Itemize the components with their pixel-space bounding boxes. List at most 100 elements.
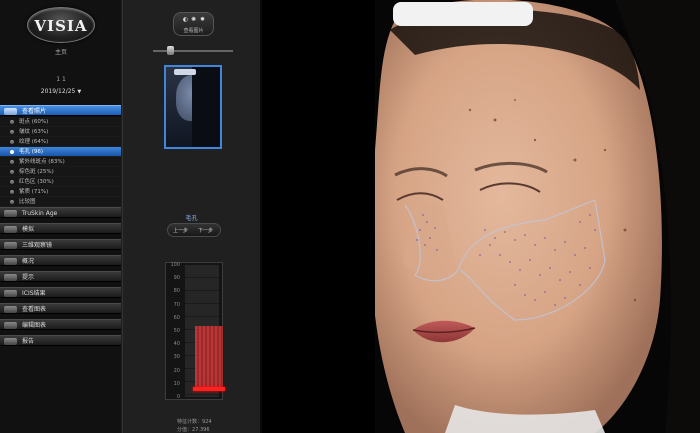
meter-background [185,265,225,397]
bullet-icon [10,170,14,174]
section-label: 查看图表 [22,306,47,313]
list-item-brown-spots[interactable]: 棕色斑 (25%) [0,167,121,177]
date-value: 2019/12/25 [40,88,76,95]
section-overview[interactable]: 概况 [0,255,121,266]
list-item-label: 斑点 (60%) [19,119,49,125]
meter-tick-label: 10 [173,380,180,387]
bullet-icon [10,150,14,154]
tools-label: 查看图片 [183,28,204,34]
list-item-red-areas[interactable]: 红色区 (30%) [0,177,121,187]
face-photo-viewer[interactable] [375,0,700,433]
home-label[interactable]: 主页 [0,47,122,56]
feature-count: 特征计数：924 [177,418,212,425]
section-tips[interactable]: 提示 [0,271,121,282]
thumbnail-headband [174,69,196,75]
feature-count-value: 924 [202,419,212,425]
meter-tick-label: 40 [173,341,180,348]
next-button[interactable]: 下一步 [198,227,213,234]
bullet-icon [10,140,14,144]
feature-count-label: 特征计数： [177,419,203,425]
meter-tick-label: 50 [173,328,180,334]
visia-logo[interactable]: VISIA [27,7,95,43]
date-selector[interactable]: 2019/12/25 ▼ [0,88,122,95]
list-item-uv-spots[interactable]: 紫外线斑点 (83%) [0,157,121,167]
meter-fill [195,326,223,389]
meter-tick-label: 80 [173,288,180,295]
section-edit-chart[interactable]: 编辑图表 [0,319,121,330]
section-label: 提示 [22,274,35,281]
face-icon [4,290,17,297]
view-tools: ◐ ✺ ✹ 查看图片 [173,12,214,36]
section-3d-viewer[interactable]: 三维观察镜 [0,239,121,250]
bullet-icon [10,200,14,204]
section-label: ICIS结果 [22,290,46,297]
list-item-label: 棕色斑 (25%) [19,169,54,175]
list-item-compare[interactable]: 比较图 [0,197,121,207]
list-item-wrinkles[interactable]: 皱纹 (63%) [0,127,121,137]
bullet-icon [10,180,14,184]
section-label: 概况 [22,258,35,265]
section-label: 编辑图表 [22,322,47,329]
score-meter: 100 90 80 70 60 50 40 30 20 10 0 [165,262,225,400]
contrast-icon[interactable]: ✺ [190,16,197,23]
analysis-list: 斑点 (60%) 皱纹 (63%) 纹理 (64%) 毛孔 (96) 紫外线斑点… [0,117,121,207]
face-icon [4,226,17,233]
score-number: 27.396 [192,427,210,433]
meter-tick-label: 60 [173,314,180,321]
face-icon [4,258,17,265]
meter-tick-label: 70 [173,301,180,308]
bullet-icon [10,120,14,124]
image-counter: 1 1 [56,76,66,83]
face-icon [4,274,17,281]
control-panel: ◐ ✺ ✹ 查看图片 毛孔 上一步 下一步 100 90 80 70 60 50 40 30 2… [122,0,262,433]
meter-tick-label: 100 [170,262,180,268]
prev-button[interactable]: 上一步 [173,227,188,234]
section-view-photos[interactable]: 查看照片 [0,105,121,116]
face-icon [4,210,17,217]
report-icon [4,338,17,345]
step-navigator: 上一步 下一步 [167,223,221,237]
meter-base-line [193,387,225,391]
zoom-slider-handle[interactable] [167,46,174,55]
meter-tick-label: 0 [176,394,180,400]
brightness-icon[interactable]: ✹ [199,16,206,23]
face-icon [4,242,17,249]
section-label: 模拟 [22,226,35,233]
section-label: 查看照片 [22,108,47,115]
section-simulation[interactable]: 模拟 [0,223,121,234]
list-item-label: 红色区 (30%) [19,179,54,185]
section-icis-results[interactable]: ICIS结果 [0,287,121,298]
score-label: 分值： [177,427,193,433]
section-view-chart[interactable]: 查看图表 [0,303,121,314]
list-item-pores[interactable]: 毛孔 (96) [0,147,121,157]
thumbnail-hair [192,67,220,147]
meter-tick-label: 30 [173,354,180,361]
list-item-label: 皱纹 (63%) [19,129,49,135]
list-item-label: 紫外线斑点 (83%) [19,159,65,165]
meter-tick-label: 20 [173,367,180,374]
photo-thumbnail[interactable] [164,65,222,149]
sidebar: VISIA 主页 1 1 2019/12/25 ▼ 查看照片 斑点 (60%) 皱… [0,0,122,433]
section-report[interactable]: 报告 [0,335,121,346]
list-item-label: 比较图 [19,199,36,205]
chart-icon [4,322,17,329]
chevron-down-icon: ▼ [77,89,82,95]
list-item-label: 纹理 (64%) [19,139,49,145]
section-label: TruSkin Age [22,210,58,217]
list-item-porphyrins[interactable]: 紫质 (71%) [0,187,121,197]
section-label: 三维观察镜 [22,242,53,249]
section-truskin-age[interactable]: TruSkin Age [0,207,121,218]
list-item-texture[interactable]: 纹理 (64%) [0,137,121,147]
analysis-mode-label: 毛孔 [185,215,198,222]
zoom-slider-track[interactable] [153,50,233,52]
list-item-spots[interactable]: 斑点 (60%) [0,117,121,127]
logo-text: VISIA [34,17,88,35]
bullet-icon [10,160,14,164]
half-circle-icon[interactable]: ◐ [182,16,189,23]
chart-icon [4,306,17,313]
bullet-icon [10,190,14,194]
section-label: 报告 [22,338,35,345]
face-photo [375,0,700,433]
viewer-margin [262,0,375,433]
list-item-label: 紫质 (71%) [19,189,49,195]
